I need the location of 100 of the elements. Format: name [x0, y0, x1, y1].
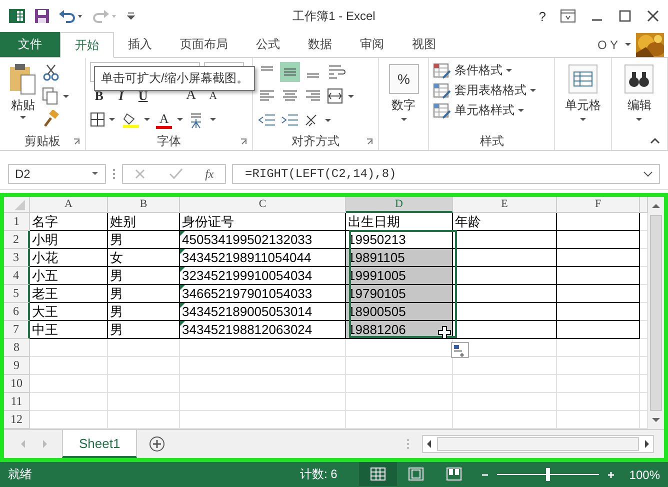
error-indicator-icon[interactable] [180, 267, 185, 272]
collapse-ribbon-icon[interactable] [650, 137, 660, 145]
error-indicator-icon[interactable] [180, 321, 185, 326]
name-box[interactable]: D2 [8, 164, 106, 184]
group-label: 剪贴板 [24, 132, 61, 150]
table-cell: 名字 [30, 213, 108, 231]
table-style-icon [433, 62, 452, 78]
cells-button[interactable]: 单元格 [559, 62, 607, 123]
number-format-button[interactable]: % 数字 [382, 62, 424, 123]
style-menu-button[interactable]: 单元格样式 [433, 102, 550, 119]
maximize-icon[interactable] [618, 9, 632, 23]
vertical-align-icon[interactable] [280, 62, 300, 82]
column-header[interactable]: A [30, 197, 108, 213]
caret-icon[interactable] [176, 117, 184, 123]
cross-cursor-icon [438, 326, 451, 339]
row-header[interactable]: 11 [4, 393, 30, 411]
expand-icon[interactable] [643, 171, 653, 177]
column-header[interactable]: C [180, 197, 346, 213]
ribbon-tab[interactable]: 插入 [114, 32, 166, 57]
close-icon[interactable] [646, 9, 660, 23]
vertical-scrollbar-thumb[interactable] [650, 215, 662, 411]
font-style-button[interactable]: U [134, 88, 152, 104]
row-header[interactable]: 6 [4, 303, 30, 321]
table-cell: 中王 [30, 321, 108, 339]
ribbon-tab[interactable]: 文件 [0, 32, 60, 57]
column-header[interactable]: E [453, 197, 557, 213]
fill-color-icon[interactable] [122, 111, 152, 129]
font-size-step-button[interactable]: A [204, 90, 222, 102]
drag-handle-icon[interactable] [112, 168, 116, 180]
vertical-scrollbar[interactable] [648, 197, 664, 429]
save-icon[interactable] [34, 8, 50, 24]
ribbon-tab[interactable]: 视图 [398, 32, 450, 57]
undo-icon[interactable] [58, 8, 84, 24]
row-header[interactable]: 2 [4, 231, 30, 249]
row-header[interactable]: 5 [4, 285, 30, 303]
new-sheet-icon[interactable] [149, 436, 166, 452]
error-indicator-icon[interactable] [180, 303, 185, 308]
sheet-tab[interactable]: Sheet1 [62, 430, 138, 458]
table-cell [108, 393, 180, 411]
format-painter-icon[interactable] [42, 110, 60, 128]
column-header[interactable]: D [346, 197, 453, 213]
font-style-button[interactable]: B [90, 88, 108, 104]
customize-caret-icon[interactable] [126, 10, 136, 22]
paste-button[interactable]: 粘贴 [4, 62, 42, 132]
ribbon-tab[interactable]: 页面布局 [166, 32, 242, 57]
row-header[interactable]: 12 [4, 411, 30, 429]
row-header[interactable]: 4 [4, 267, 30, 285]
ribbon-tab[interactable]: 数据 [294, 32, 346, 57]
zoom-level-text[interactable]: 100% [629, 468, 660, 482]
row-header[interactable]: 7 [4, 321, 30, 339]
cut-icon[interactable] [42, 64, 60, 82]
phonetic-icon[interactable] [188, 111, 218, 129]
dialog-launcher-icon[interactable] [366, 138, 374, 146]
table-cell: 身份证号 [180, 213, 346, 231]
error-indicator-icon[interactable] [180, 285, 185, 290]
style-menu-button[interactable]: 套用表格格式 [433, 82, 550, 99]
ribbon-tab[interactable]: 公式 [242, 32, 294, 57]
ribbon-tab[interactable]: 开始 [60, 32, 114, 58]
ribbon-tab[interactable]: 审阅 [346, 32, 398, 57]
window-title: 工作簿1 - Excel [292, 8, 376, 24]
merge-center-icon[interactable] [326, 86, 356, 106]
horizontal-scrollbar-thumb[interactable] [437, 437, 639, 451]
row-header[interactable]: 1 [4, 213, 30, 231]
insert-function-button[interactable]: fx [205, 166, 214, 182]
help-button[interactable]: ? [538, 8, 546, 24]
row-header[interactable]: 9 [4, 357, 30, 375]
formula-field[interactable]: =RIGHT(LEFT(C2,14),8) [232, 164, 660, 184]
font-color-button[interactable]: A [156, 112, 172, 128]
account-name[interactable]: O Y [598, 38, 618, 52]
dialog-launcher-icon[interactable] [240, 138, 248, 146]
font-style-button[interactable]: I [112, 88, 130, 104]
table-cell: 小花 [30, 249, 108, 267]
caret-icon [505, 68, 514, 74]
table-icon [568, 64, 598, 94]
quick-analysis-icon[interactable] [451, 342, 469, 358]
row-header[interactable]: 10 [4, 375, 30, 393]
clipboard-icon [8, 62, 38, 96]
caret-icon [529, 88, 538, 94]
row-header[interactable]: 3 [4, 249, 30, 267]
table-cell: 343452198812063024 [180, 321, 346, 339]
status-text: 就绪 [8, 466, 32, 483]
table-cell: 女 [108, 249, 180, 267]
zoom-in-icon[interactable] [607, 470, 616, 478]
column-header[interactable]: B [108, 197, 180, 213]
error-indicator-icon[interactable] [180, 249, 185, 254]
dialog-launcher-icon[interactable] [73, 138, 82, 146]
copy-icon[interactable] [42, 87, 70, 105]
normal-view-icon[interactable] [359, 462, 398, 486]
zoom-slider-thumb[interactable] [546, 468, 550, 481]
style-menu-button[interactable]: 条件格式 [433, 62, 550, 79]
caret-icon [400, 117, 408, 123]
caret-icon [517, 108, 526, 114]
caret-icon[interactable] [91, 171, 99, 177]
ribbon-display-icon[interactable] [560, 9, 576, 23]
caret-icon[interactable] [624, 42, 632, 48]
row-header[interactable]: 8 [4, 339, 30, 357]
table-cell: 男 [108, 231, 180, 249]
excel-logo-icon[interactable] [8, 7, 26, 25]
column-header[interactable]: F [557, 197, 640, 213]
editing-button[interactable]: 编辑 [616, 62, 664, 123]
